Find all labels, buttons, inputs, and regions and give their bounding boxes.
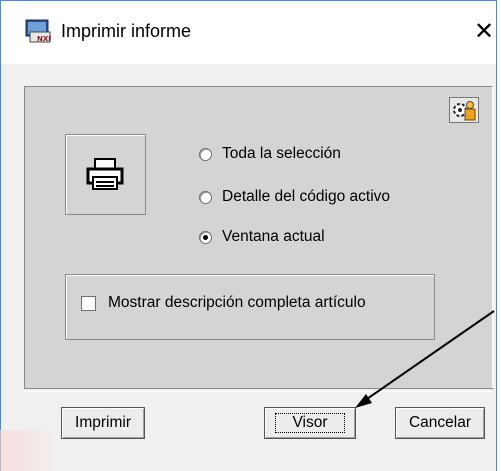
radio-label: Toda la selección bbox=[222, 145, 341, 162]
show-full-description-checkbox[interactable]: Mostrar descripción completa artículo bbox=[81, 291, 366, 315]
radio-ventana-actual[interactable]: Ventana actual bbox=[199, 226, 325, 248]
radio-toda-seleccion[interactable]: Toda la selección bbox=[199, 143, 341, 165]
radio-detalle-codigo[interactable]: Detalle del código activo bbox=[199, 186, 390, 208]
checkbox-label: Mostrar descripción completa artículo bbox=[108, 294, 366, 311]
radio-label: Detalle del código activo bbox=[222, 188, 391, 205]
radio-button[interactable] bbox=[199, 190, 212, 204]
printer-image bbox=[65, 134, 146, 215]
close-button[interactable]: ✕ bbox=[471, 15, 497, 47]
svg-text:NXP: NXP bbox=[37, 35, 51, 43]
watermark bbox=[0, 430, 60, 471]
print-report-dialog: NXP Imprimir informe ✕ Toda la selección bbox=[0, 0, 497, 471]
printer-icon bbox=[86, 158, 124, 190]
radio-label: Ventana actual bbox=[222, 228, 325, 245]
window-title: Imprimir informe bbox=[61, 21, 192, 41]
title-bar[interactable]: NXP Imprimir informe ✕ bbox=[1, 1, 496, 64]
app-printer-icon: NXP bbox=[25, 18, 53, 44]
checkbox[interactable] bbox=[81, 295, 96, 311]
viewer-button[interactable]: Visor bbox=[264, 407, 356, 439]
settings-user-icon[interactable] bbox=[449, 97, 479, 123]
cancel-button[interactable]: Cancelar bbox=[395, 407, 485, 439]
separator bbox=[24, 388, 494, 392]
print-button[interactable]: Imprimir bbox=[61, 407, 145, 439]
radio-button-selected[interactable] bbox=[199, 230, 212, 244]
radio-button[interactable] bbox=[199, 147, 212, 161]
